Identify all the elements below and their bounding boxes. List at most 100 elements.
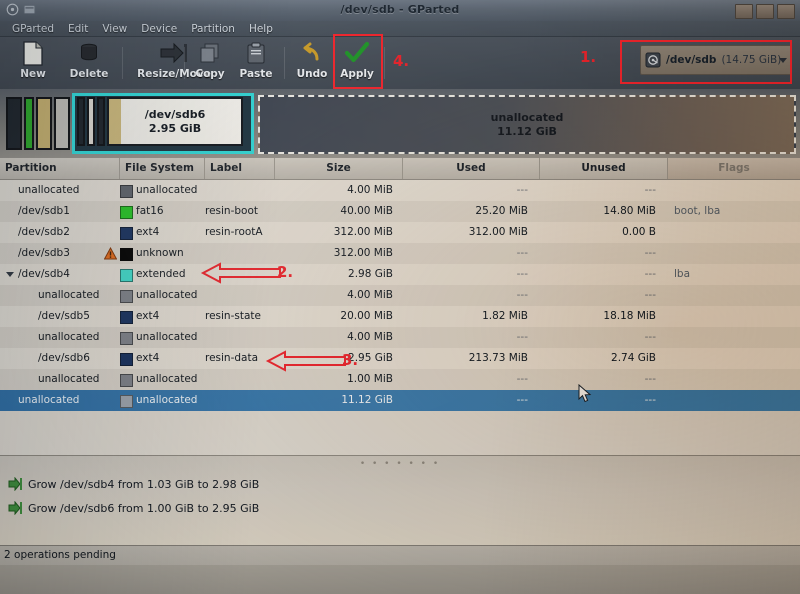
toolbar-separator-4 <box>384 47 385 79</box>
table-row[interactable]: unallocatedunallocated11.12 GiB------ <box>0 390 800 411</box>
filesystem-color-swatch <box>120 248 133 261</box>
partition-name: /dev/sdb3 <box>18 243 70 264</box>
graph-block-sdb1[interactable] <box>24 97 34 150</box>
column-header-unused[interactable]: Unused <box>540 158 668 179</box>
cell-flags <box>668 222 800 243</box>
partition-name: unallocated <box>38 285 99 306</box>
table-body: unallocatedunallocated4.00 MiB------/dev… <box>0 180 800 411</box>
filesystem-color-swatch <box>120 353 133 366</box>
table-row[interactable]: unallocatedunallocated4.00 MiB------ <box>0 285 800 306</box>
delete-trash-icon <box>77 40 101 66</box>
graph-block-extended-sdb4[interactable]: /dev/sdb6 2.95 GiB <box>72 93 254 154</box>
column-header-flags[interactable]: Flags <box>668 158 800 179</box>
graph-block-unallocated-3[interactable] <box>97 97 105 146</box>
cell-partition: unallocated <box>0 285 120 306</box>
menu-device[interactable]: Device <box>134 21 184 37</box>
operation-item-2[interactable]: Grow /dev/sdb6 from 1.00 GiB to 2.95 GiB <box>8 499 259 517</box>
cell-partition: /dev/sdb5 <box>0 306 120 327</box>
cell-size: 1.00 MiB <box>275 369 403 390</box>
table-row[interactable]: /dev/sdb2ext4resin-rootA312.00 MiB312.00… <box>0 222 800 243</box>
partition-name: /dev/sdb2 <box>18 222 70 243</box>
operation-item-1[interactable]: Grow /dev/sdb4 from 1.03 GiB to 2.98 GiB <box>8 475 259 493</box>
annotation-box-device <box>620 40 792 84</box>
copy-button[interactable]: Copy <box>188 40 232 86</box>
filesystem-color-swatch <box>120 185 133 198</box>
warning-triangle-icon <box>104 247 117 260</box>
cell-unused: --- <box>540 369 668 390</box>
close-button[interactable] <box>777 4 795 19</box>
filesystem-color-swatch <box>120 395 133 408</box>
table-row[interactable]: unallocatedunallocated1.00 MiB------ <box>0 369 800 390</box>
graph-block-sdb2[interactable] <box>36 97 52 150</box>
table-row[interactable]: /dev/sdb5ext4resin-state20.00 MiB1.82 Mi… <box>0 306 800 327</box>
titlebar-icons <box>6 3 36 16</box>
minimize-button[interactable] <box>735 4 753 19</box>
cell-unused: 18.18 MiB <box>540 306 668 327</box>
graph-block-unallocated-main[interactable]: unallocated 11.12 GiB <box>258 95 796 154</box>
cell-file-system: unallocated <box>120 285 205 306</box>
table-row[interactable]: /dev/sdb3unknown312.00 MiB------ <box>0 243 800 264</box>
new-button[interactable]: New <box>8 40 58 86</box>
annotation-arrow-2 <box>200 262 284 284</box>
cell-label: resin-state <box>205 306 261 327</box>
table-row[interactable]: /dev/sdb4extended2.98 GiB------lba <box>0 264 800 285</box>
graph-block-unallocated-2[interactable] <box>77 97 85 146</box>
cell-file-system: unallocated <box>120 390 205 411</box>
cell-flags <box>668 390 800 411</box>
undo-button[interactable]: Undo <box>290 40 334 86</box>
table-row[interactable]: /dev/sdb6ext4resin-data2.95 GiB213.73 Mi… <box>0 348 800 369</box>
graph-block-unallocated-1[interactable] <box>6 97 22 150</box>
menu-help[interactable]: Help <box>242 21 280 37</box>
pane-resize-grip[interactable]: • • • • • • • <box>360 459 440 469</box>
cell-partition: unallocated <box>0 390 120 411</box>
column-header-label[interactable]: Label <box>205 158 275 179</box>
cell-size: 2.98 GiB <box>275 264 403 285</box>
table-header-row: Partition File System Label Size Used Un… <box>0 158 800 180</box>
cell-unused: 14.80 MiB <box>540 201 668 222</box>
menu-view[interactable]: View <box>95 21 134 37</box>
cell-used: 1.82 MiB <box>403 306 540 327</box>
column-header-partition[interactable]: Partition <box>0 158 120 179</box>
cell-label: resin-boot <box>205 201 258 222</box>
column-header-file-system[interactable]: File System <box>120 158 205 179</box>
cell-flags <box>668 348 800 369</box>
menu-partition[interactable]: Partition <box>184 21 242 37</box>
graph-block-sdb6[interactable]: /dev/sdb6 2.95 GiB <box>107 97 243 146</box>
table-row[interactable]: /dev/sdb1fat16resin-boot40.00 MiB25.20 M… <box>0 201 800 222</box>
table-row[interactable]: unallocatedunallocated4.00 MiB------ <box>0 180 800 201</box>
filesystem-color-swatch <box>120 227 133 240</box>
filesystem-name: unknown <box>136 243 184 264</box>
column-header-size[interactable]: Size <box>275 158 403 179</box>
cell-flags <box>668 369 800 390</box>
gparted-icon <box>6 3 19 16</box>
filesystem-name: unallocated <box>136 369 197 390</box>
cell-used: --- <box>403 369 540 390</box>
menu-gparted[interactable]: GParted <box>5 21 61 37</box>
graph-block-sdb3[interactable] <box>54 97 70 150</box>
partition-name: unallocated <box>18 390 79 411</box>
graph-block-sdb5[interactable] <box>87 97 95 146</box>
cell-used: 312.00 MiB <box>403 222 540 243</box>
column-header-used[interactable]: Used <box>403 158 540 179</box>
cell-used: --- <box>403 327 540 348</box>
maximize-button[interactable] <box>756 4 774 19</box>
graph-unallocated-name: unallocated <box>491 111 564 125</box>
delete-button[interactable]: Delete <box>60 40 118 86</box>
cell-partition: unallocated <box>0 180 120 201</box>
paste-button[interactable]: Paste <box>232 40 280 86</box>
table-row[interactable]: unallocatedunallocated4.00 MiB------ <box>0 327 800 348</box>
filesystem-color-swatch <box>120 290 133 303</box>
cell-unused: --- <box>540 390 668 411</box>
pending-operations-pane: • • • • • • • Grow /dev/sdb4 from 1.03 G… <box>0 455 800 546</box>
cell-file-system: ext4 <box>120 222 205 243</box>
filesystem-color-swatch <box>120 332 133 345</box>
cell-unused: 0.00 B <box>540 222 668 243</box>
filesystem-name: unallocated <box>136 327 197 348</box>
cell-flags: boot, lba <box>668 201 800 222</box>
menu-edit[interactable]: Edit <box>61 21 95 37</box>
filesystem-name: ext4 <box>136 222 159 243</box>
expander-triangle-icon[interactable] <box>6 272 14 277</box>
filesystem-name: unallocated <box>136 180 197 201</box>
window-controls[interactable] <box>735 4 795 19</box>
filesystem-name: unallocated <box>136 285 197 306</box>
